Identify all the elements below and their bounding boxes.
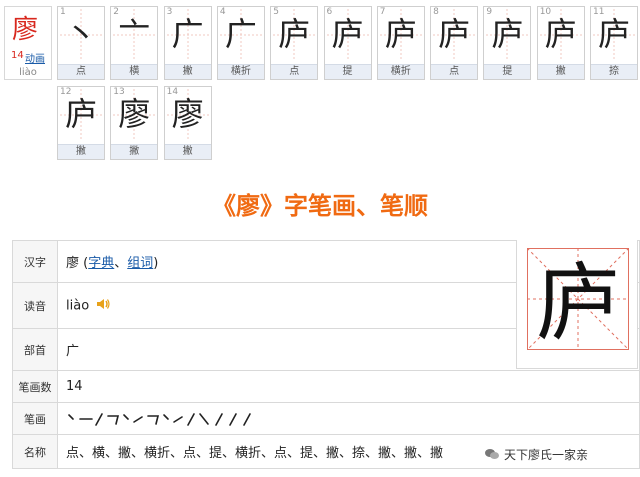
step-glyph: 庐 — [597, 15, 630, 53]
stroke-step-card: 7 庐横折 — [376, 6, 425, 80]
stroke-step-card: 6庐提 — [323, 6, 372, 80]
stroke-step-card: 4 广横折 — [216, 6, 265, 80]
header-pinyin: liào — [19, 67, 37, 78]
stroke-order-strip: 廖 14 动画 liào 1 丶点 2 亠横 3 广撇 4 广横折 5 庐点 6 庐提 7 庐横折 8 庐点 9… — [0, 0, 640, 170]
wechat-watermark: 天下廖氏一家亲 — [480, 442, 593, 466]
reading-label: 读音 — [12, 282, 58, 329]
stroke-step-card: 2亠横 — [110, 6, 159, 80]
step-label: 撇 — [58, 144, 104, 159]
stroke-step-card: 9庐提 — [483, 6, 532, 80]
watermark-text: 天下廖氏一家亲 — [504, 447, 589, 462]
step-glyph: 庐 — [438, 15, 471, 53]
stroke-step-card: 1丶点 — [57, 6, 105, 80]
step-label: 提 — [324, 64, 371, 79]
step-label: 点 — [58, 64, 104, 79]
step-label: 横 — [111, 64, 158, 79]
character-header-card: 廖 14 动画 liào — [4, 6, 52, 80]
step-glyph: 庐 — [331, 15, 364, 53]
stroke-step-card: 11 庐捺 — [590, 6, 638, 80]
names-label: 名称 — [12, 434, 58, 469]
stroke-shapes-row — [68, 412, 251, 426]
stroke-step-card: 8庐点 — [430, 6, 479, 80]
char-label: 汉字 — [12, 240, 58, 283]
stroke-step-card: 3广撇 — [163, 6, 212, 80]
step-glyph: 亠 — [118, 15, 151, 53]
paren-close: ) — [153, 256, 159, 271]
strokes-label: 笔画 — [12, 402, 58, 435]
reading-value: liào — [66, 298, 90, 313]
stroke-step-card: 10 庐撇 — [536, 6, 585, 80]
char-value: 廖 — [66, 256, 80, 271]
step-label: 撇 — [111, 144, 158, 159]
count-value: 14 — [57, 370, 640, 403]
stroke-step-card: 13 廖撇 — [110, 86, 159, 160]
header-character: 廖 — [12, 15, 39, 45]
radical-label: 部首 — [12, 328, 58, 371]
step-label: 横折 — [377, 64, 424, 79]
step-glyph: 庐 — [384, 15, 417, 53]
stroke-step-card: 14 廖撇 — [163, 86, 212, 160]
step-label: 横折 — [217, 64, 264, 79]
step-glyph: 丶 — [64, 15, 97, 53]
step-glyph: 庐 — [491, 15, 524, 53]
step-glyph: 庐 — [544, 15, 577, 53]
step-label: 提 — [484, 64, 531, 79]
step-glyph: 庐 — [278, 15, 311, 53]
stroke-step-card: 5庐点 — [270, 6, 319, 80]
step-label: 撇 — [164, 144, 211, 159]
stroke-step-card: 12 庐撇 — [57, 86, 105, 160]
words-link[interactable]: 组词 — [127, 256, 153, 271]
step-glyph: 庐 — [64, 95, 97, 133]
dict-link[interactable]: 字典 — [88, 256, 114, 271]
step-glyph: 广 — [224, 15, 257, 53]
section-title: 《廖》字笔画、笔顺 — [212, 192, 428, 220]
step-label: 撇 — [537, 64, 584, 79]
step-label: 捺 — [591, 64, 637, 79]
step-glyph: 廖 — [171, 95, 204, 133]
animation-link[interactable]: 动画 — [25, 50, 45, 65]
big-glyph: 庐 — [536, 254, 620, 350]
count-label: 笔画数 — [12, 370, 58, 403]
strokes-cell — [57, 402, 640, 435]
step-label: 点 — [271, 64, 318, 79]
header-stroke-count: 14 — [11, 50, 24, 61]
step-label: 点 — [431, 64, 478, 79]
large-stroke-preview: 庐 — [516, 240, 638, 369]
link-sep: 、 — [114, 256, 128, 271]
step-glyph: 廖 — [118, 95, 151, 133]
step-glyph: 广 — [171, 15, 204, 53]
wechat-icon — [485, 449, 499, 459]
speaker-icon[interactable] — [95, 296, 111, 316]
tian-grid: 庐 — [527, 248, 629, 350]
step-label: 撇 — [164, 64, 211, 79]
